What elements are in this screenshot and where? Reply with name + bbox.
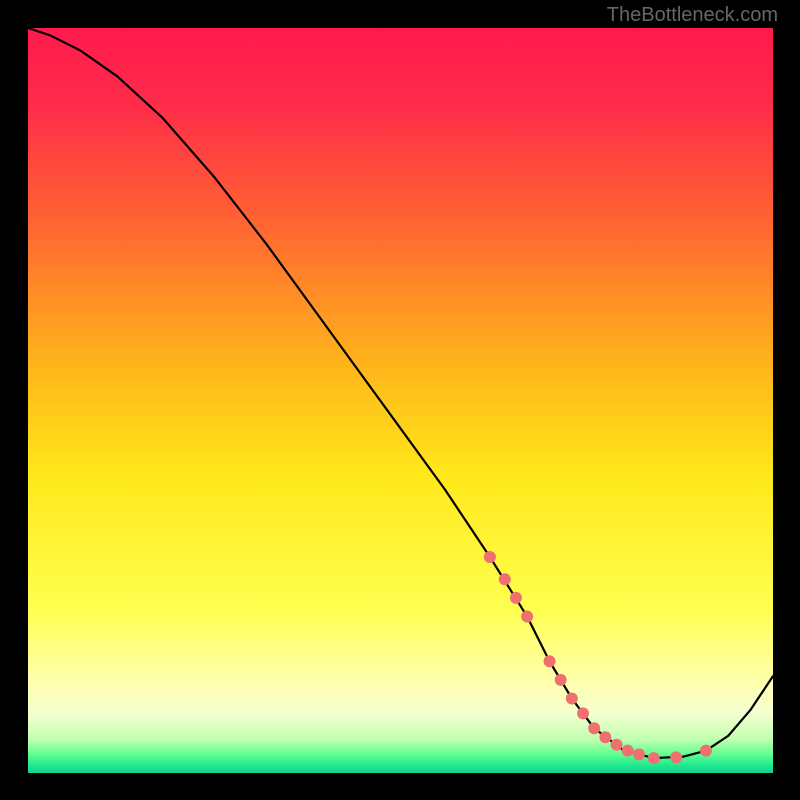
data-marker (670, 751, 682, 763)
data-marker (599, 731, 611, 743)
watermark-text: TheBottleneck.com (607, 4, 778, 27)
chart-container: TheBottleneck.com (0, 0, 800, 800)
data-marker (555, 674, 567, 686)
data-marker (700, 745, 712, 757)
data-marker (611, 739, 623, 751)
data-marker (521, 611, 533, 623)
data-marker (633, 748, 645, 760)
data-marker (648, 752, 660, 764)
data-marker (544, 655, 556, 667)
plot-area (28, 28, 773, 773)
data-marker (484, 551, 496, 563)
data-marker (510, 592, 522, 604)
chart-svg (28, 28, 773, 773)
data-marker (588, 722, 600, 734)
data-marker (577, 707, 589, 719)
data-marker (622, 745, 634, 757)
gradient-background (28, 28, 773, 773)
data-marker (499, 573, 511, 585)
data-marker (566, 693, 578, 705)
